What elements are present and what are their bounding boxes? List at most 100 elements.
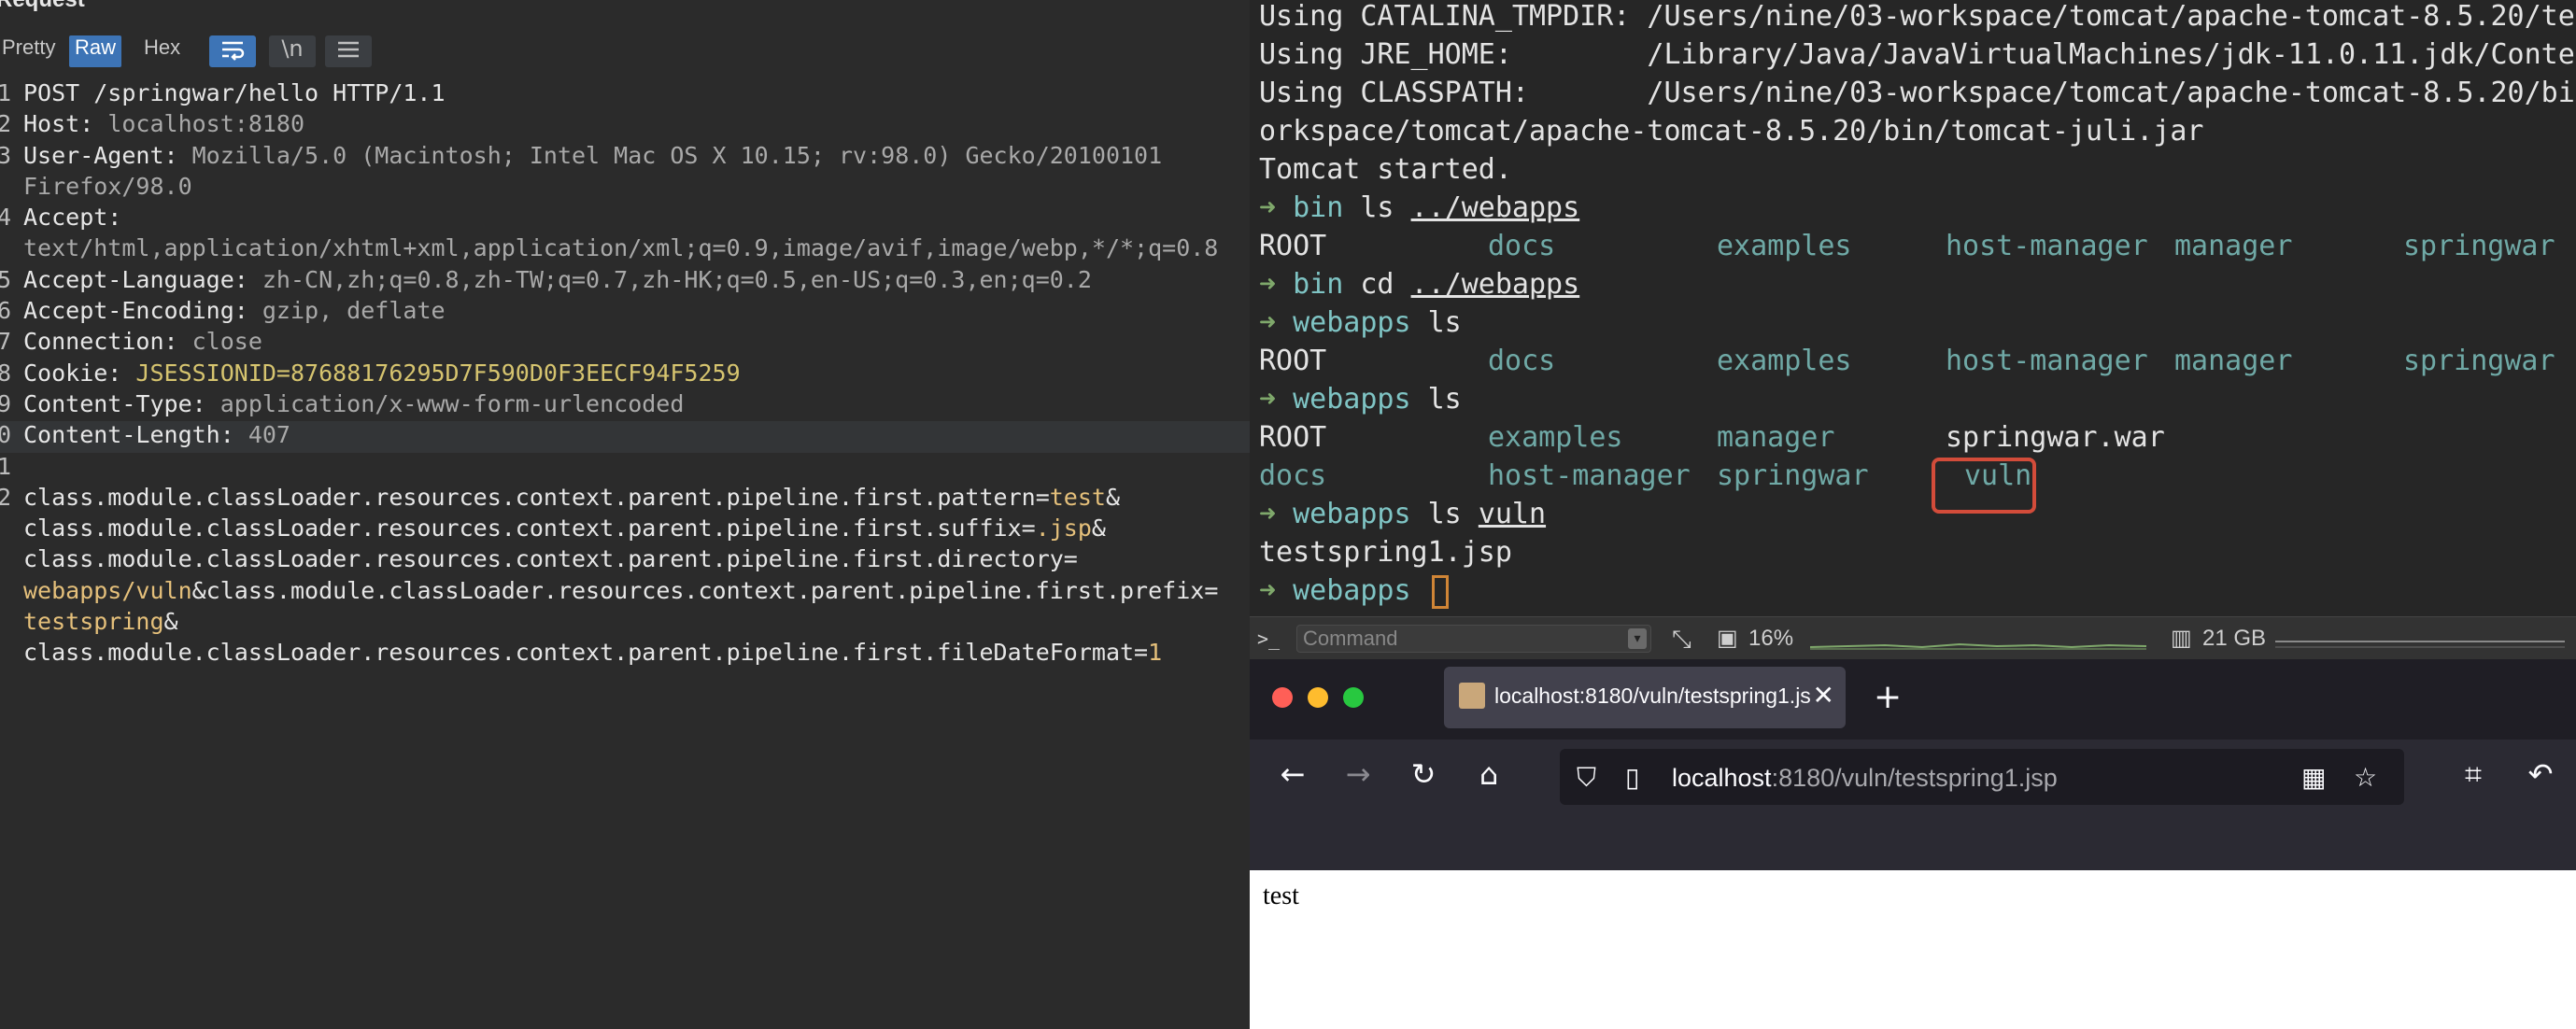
tab-hex[interactable]: Hex — [138, 35, 186, 67]
request-pane: Request Pretty Raw Hex \n 1 POST /springw… — [0, 0, 1250, 1029]
request-line: 1 POST /springwar/hello HTTP/1.1 — [0, 79, 1250, 110]
reload-icon[interactable]: ↻ — [1405, 756, 1442, 792]
terminal-line: orkspace/tomcat/apache-tomcat-8.5.20/bin… — [1259, 115, 2204, 148]
request-line: webapps/vuln&class.module.classLoader.re… — [0, 577, 1250, 608]
line-text: Accept-Encoding: gzip, deflate — [23, 297, 446, 325]
cpu-graph — [1810, 642, 2146, 650]
memory-icon: ▥ — [2171, 626, 2192, 651]
prompt-arrow-icon: ➜ — [1259, 306, 1277, 339]
prompt-arrow-icon: ➜ — [1259, 191, 1277, 224]
close-tab-icon[interactable]: ✕ — [1813, 680, 1834, 711]
terminal-prompt-line[interactable]: ➜ webapps — [1259, 574, 2576, 613]
memory-graph — [2275, 641, 2565, 648]
tab-pretty[interactable]: Pretty — [0, 35, 61, 67]
terminal-line: Using CLASSPATH: /Users/nine/03-workspac… — [1259, 77, 2576, 109]
browser-tab[interactable]: localhost:8180/vuln/testspring1.jsp ✕ — [1444, 667, 1846, 728]
terminal-prompt-line: ➜ webapps ls — [1259, 306, 1462, 339]
request-line: 9 Content-Type: application/x-www-form-ur… — [0, 390, 1250, 421]
url-bar[interactable]: ⛉ ▯ localhost:8180/vuln/testspring1.jsp … — [1560, 749, 2404, 805]
ls-output-row: testspring1.jsp — [1259, 536, 1512, 569]
wrap-lines-icon[interactable] — [209, 35, 256, 67]
line-number: 0 — [0, 421, 12, 449]
line-text: webapps/vuln&class.module.classLoader.re… — [23, 576, 1219, 604]
new-tab-button[interactable]: + — [1874, 678, 1902, 716]
line-number: 6 — [0, 297, 12, 325]
firefox-window: localhost:8180/vuln/testspring1.jsp ✕ + … — [1250, 659, 2576, 1029]
menu-icon[interactable] — [325, 35, 372, 67]
ls-output-row: ROOT docs examples host-manager manager … — [1259, 345, 2555, 377]
request-toolbar: Pretty Raw Hex \n — [0, 28, 1250, 75]
prompt-arrow-icon: ➜ — [1259, 383, 1277, 416]
request-line: class.module.classLoader.resources.conte… — [0, 545, 1250, 576]
line-number: 9 — [0, 389, 12, 417]
request-line: 1 — [0, 453, 1250, 484]
line-text: text/html,application/xhtml+xml,applicat… — [23, 234, 1219, 262]
line-text: Connection: close — [23, 328, 262, 356]
command-input[interactable]: Command ▾ — [1296, 625, 1651, 653]
line-number: 4 — [0, 204, 12, 232]
line-text: User-Agent: Mozilla/5.0 (Macintosh; Inte… — [23, 141, 1163, 169]
bookmark-star-icon[interactable]: ☆ — [2354, 762, 2377, 793]
terminal-line: Tomcat started. — [1259, 153, 1512, 186]
terminal-status-bar: >_ Command ▾ ⤡ ▣ 16% ▥ 21 GB — [1250, 616, 2576, 659]
terminal-line: Using JRE_HOME: /Library/Java/JavaVirtua… — [1259, 38, 2576, 71]
prompt-arrow-icon: ➜ — [1259, 574, 1277, 607]
close-window-button[interactable] — [1272, 687, 1293, 708]
screenshot-icon[interactable]: ⌗ — [2455, 756, 2492, 793]
page-content: test — [1250, 870, 2576, 1029]
url-text: localhost:8180/vuln/testspring1.jsp — [1672, 764, 2058, 792]
line-text: Content-Length: 407 — [23, 421, 290, 449]
request-body[interactable]: 1 POST /springwar/hello HTTP/1.1 2 Host: lo… — [0, 79, 1250, 670]
minimize-window-button[interactable] — [1308, 687, 1328, 708]
prompt-arrow-icon: ➜ — [1259, 498, 1277, 530]
line-text: class.module.classLoader.resources.conte… — [23, 545, 1078, 573]
request-line: 7 Connection: close — [0, 328, 1250, 359]
terminal-window[interactable]: Using CATALINA_TMPDIR: /Users/nine/03-wo… — [1250, 0, 2576, 659]
vuln-highlight-box — [1932, 458, 2036, 514]
request-line: 6 Accept-Encoding: gzip, deflate — [0, 297, 1250, 328]
qr-code-icon[interactable]: ▦ — [2301, 762, 2326, 793]
ls-output-row: docs host-manager springwar vuln — [1259, 459, 2032, 492]
page-text: test — [1263, 881, 1299, 910]
ls-output-row: ROOT docs examples host-manager manager … — [1259, 230, 2555, 262]
terminal-line: Using CATALINA_TMPDIR: /Users/nine/03-wo… — [1259, 0, 2576, 33]
expand-icon[interactable]: ⤡ — [1672, 625, 1691, 653]
tab-title: localhost:8180/vuln/testspring1.jsp — [1494, 684, 1812, 708]
line-text: POST /springwar/hello HTTP/1.1 — [23, 79, 446, 106]
cpu-icon: ▣ — [1717, 626, 1738, 651]
line-text: Content-Type: application/x-www-form-url… — [23, 389, 685, 417]
newline-icon[interactable]: \n — [269, 35, 316, 67]
tab-raw[interactable]: Raw — [69, 35, 122, 67]
line-number: 8 — [0, 359, 12, 387]
request-line: Firefox/98.0 — [0, 173, 1250, 204]
line-number: 2 — [0, 483, 12, 511]
terminal-prompt-line: ➜ bin cd ../webapps — [1259, 268, 1580, 301]
prompt-symbol: >_ — [1257, 627, 1281, 650]
page-info-icon[interactable]: ▯ — [1625, 762, 1639, 793]
line-text: Accept: — [23, 204, 136, 232]
home-icon[interactable]: ⌂ — [1470, 756, 1507, 792]
line-text: Cookie: JSESSIONID=87688176295D7F590D0F3… — [23, 359, 741, 387]
prompt-arrow-icon: ➜ — [1259, 268, 1277, 301]
line-number: 2 — [0, 110, 12, 138]
back-icon[interactable]: ← — [1274, 756, 1311, 792]
line-number: 3 — [0, 141, 12, 169]
chevron-down-icon[interactable]: ▾ — [1628, 628, 1647, 649]
browser-tab-bar: localhost:8180/vuln/testspring1.jsp ✕ + — [1250, 659, 2576, 740]
shield-icon[interactable]: ⛉ — [1577, 762, 1596, 794]
cpu-usage: 16% — [1748, 626, 1794, 651]
forward-icon[interactable]: → — [1339, 756, 1377, 792]
zoom-window-button[interactable] — [1343, 687, 1364, 708]
tomcat-favicon-icon — [1459, 683, 1485, 709]
terminal-prompt-line: ➜ bin ls ../webapps — [1259, 191, 1580, 224]
line-text: testspring& — [23, 608, 178, 636]
undo-icon[interactable]: ↶ — [2522, 756, 2559, 792]
request-line: text/html,application/xhtml+xml,applicat… — [0, 234, 1250, 265]
memory-usage: 21 GB — [2202, 626, 2267, 651]
bookmarks-bar — [1250, 814, 2576, 870]
request-line: 5 Accept-Language: zh-CN,zh;q=0.8,zh-TW;q… — [0, 266, 1250, 297]
line-number: 7 — [0, 328, 12, 356]
line-number: 1 — [0, 452, 12, 480]
request-line: class.module.classLoader.resources.conte… — [0, 514, 1250, 545]
ls-output-row: ROOT examples manager springwar.war — [1259, 421, 2165, 454]
